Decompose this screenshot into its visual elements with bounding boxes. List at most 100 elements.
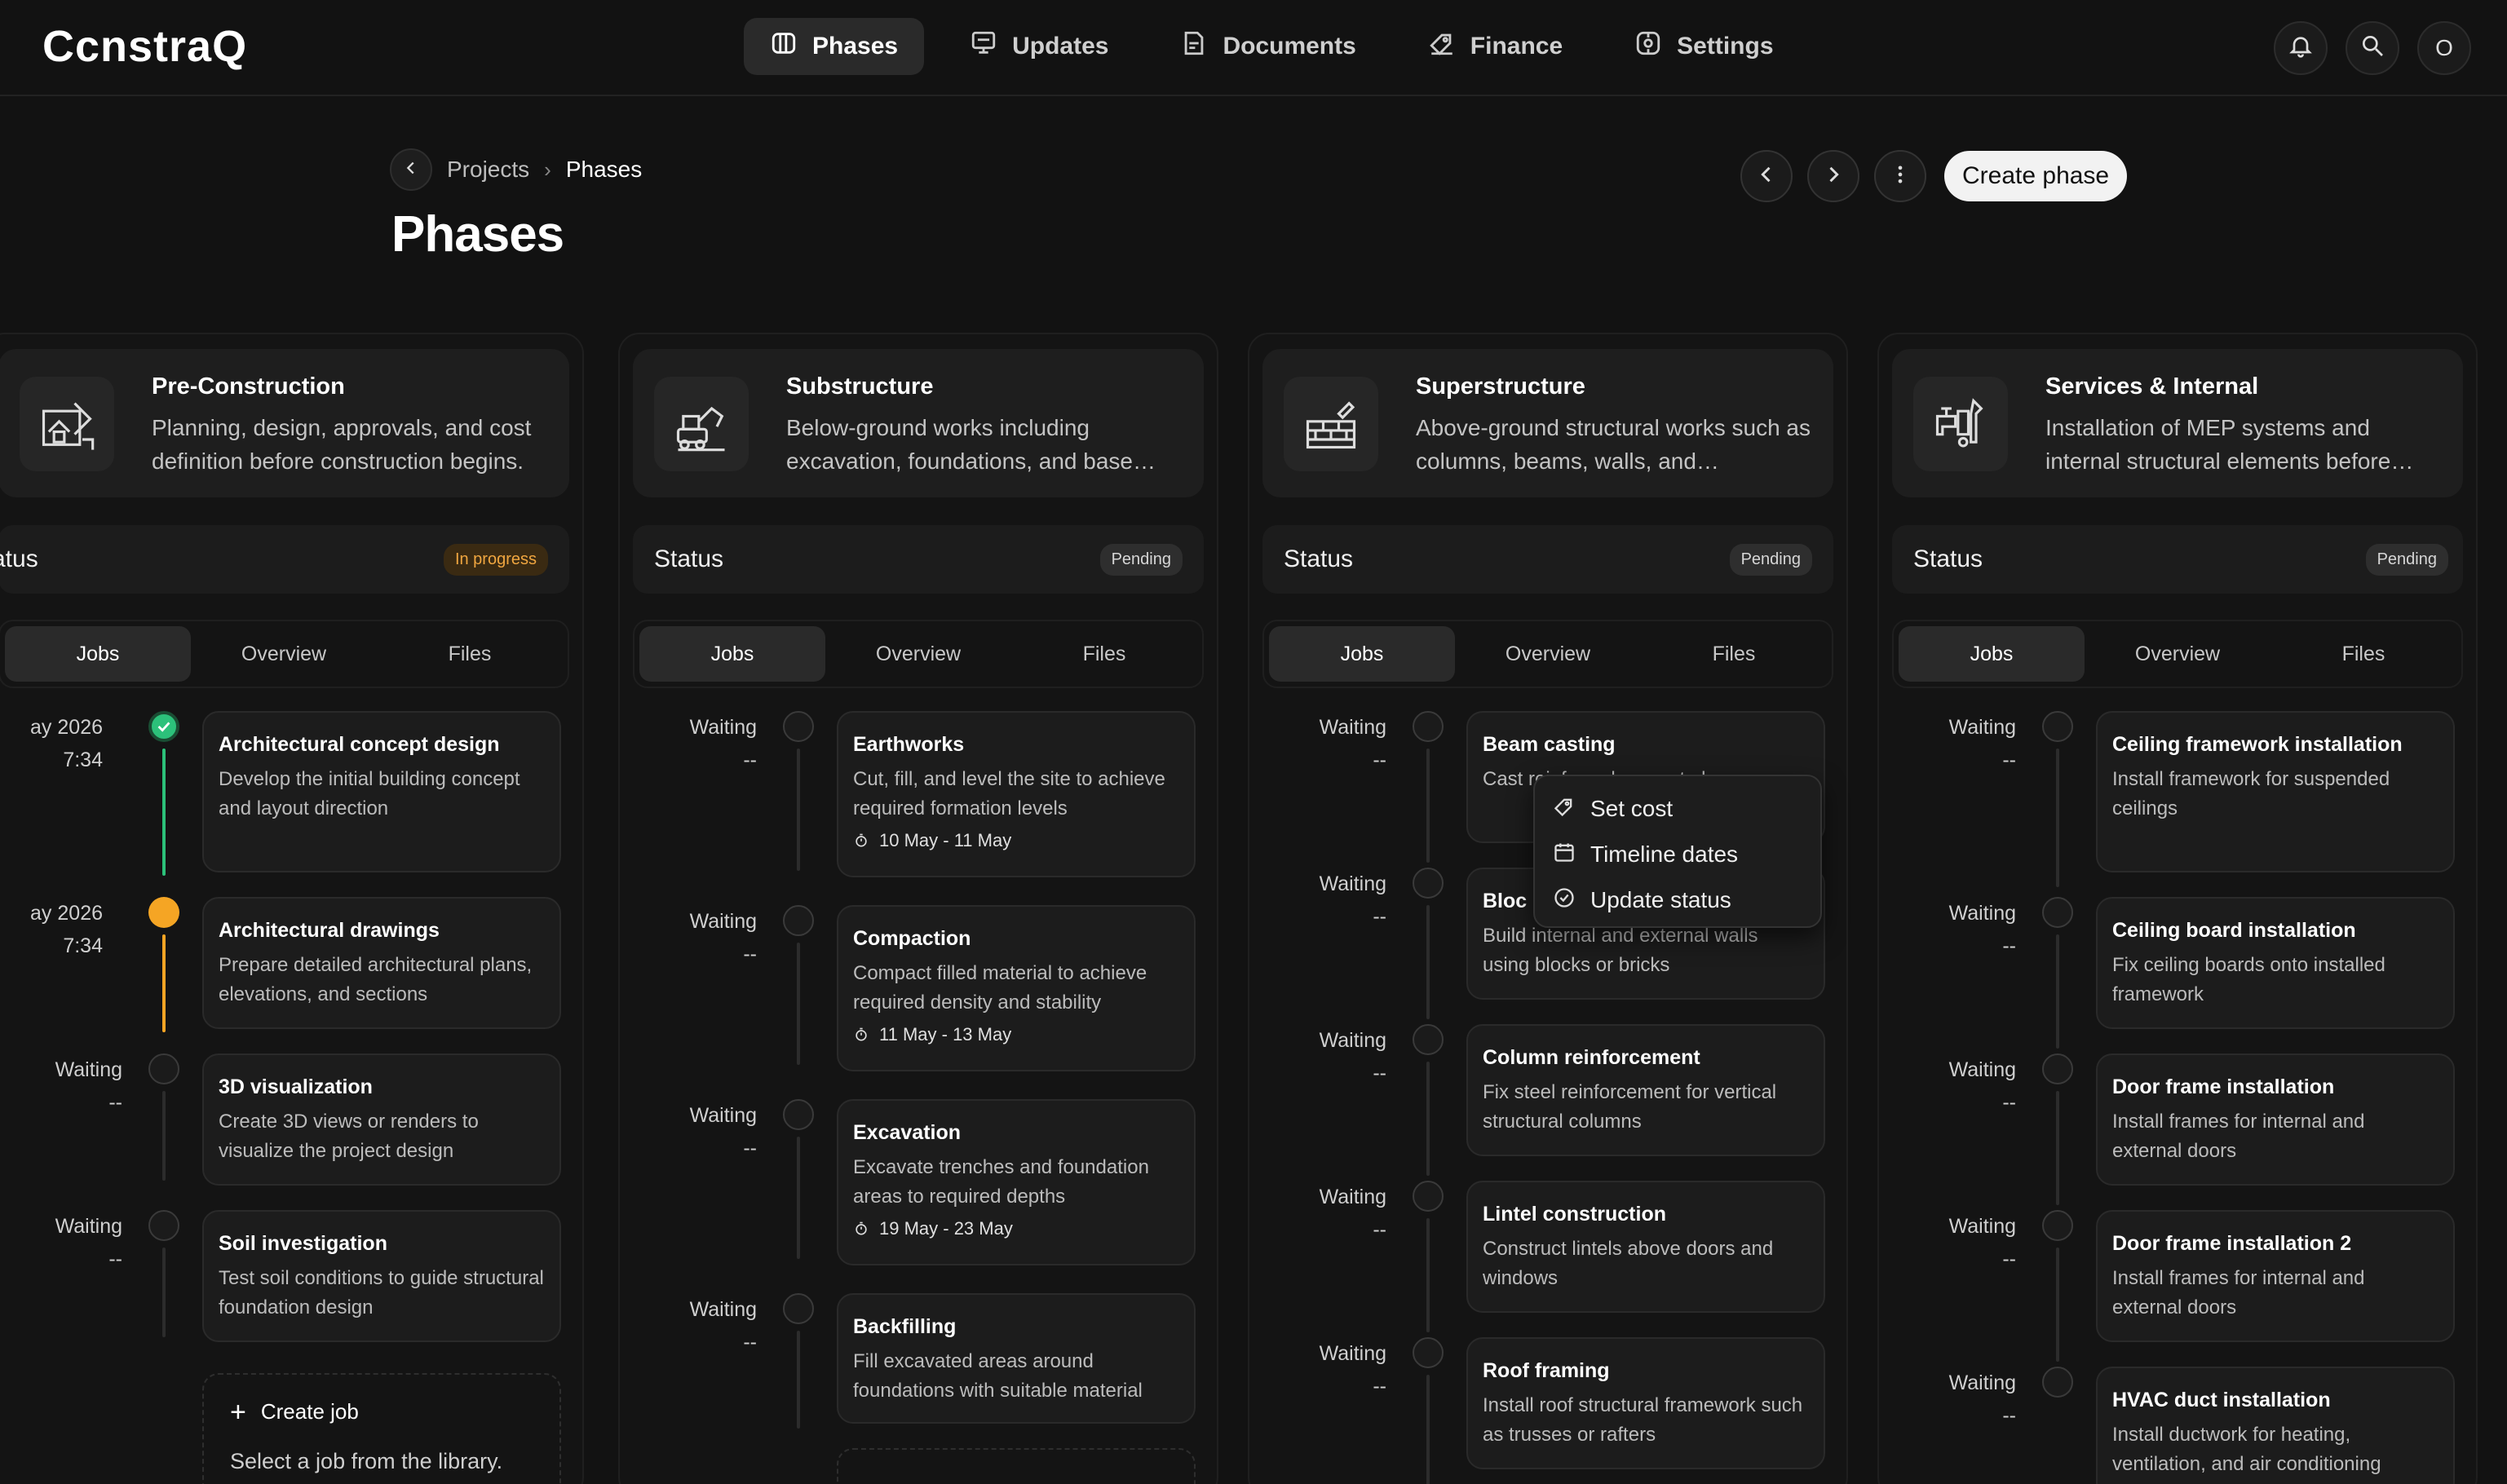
job-time: Waiting --: [1319, 1029, 1386, 1084]
job-card[interactable]: 3D visualization Create 3D views or rend…: [202, 1053, 561, 1186]
notifications-button[interactable]: [2274, 21, 2328, 75]
timeline-line: [797, 943, 800, 1065]
tab-overview[interactable]: Overview: [191, 626, 377, 682]
phase-title: Superstructure: [1416, 373, 1585, 400]
job-title: Ceiling framework installation: [2112, 733, 2403, 756]
job-card[interactable]: Ceiling framework installation Install f…: [2096, 711, 2455, 872]
phase-title: Substructure: [786, 373, 934, 400]
app-logo[interactable]: CcnstraQ: [42, 21, 247, 72]
menu-item-label: Timeline dates: [1590, 841, 1739, 867]
timeline-line: [2056, 1248, 2059, 1362]
job-card[interactable]: HVAC duct installation Install ductwork …: [2096, 1367, 2455, 1484]
nav-tab-documents[interactable]: Documents: [1154, 18, 1382, 75]
job-card[interactable]: Roof framing Install roof structural fra…: [1466, 1337, 1825, 1469]
job-card[interactable]: Architectural drawings Prepare detailed …: [202, 897, 561, 1029]
nav-tab-label: Documents: [1223, 33, 1356, 60]
job-card[interactable]: Backfilling Fill excavated areas around …: [837, 1293, 1196, 1424]
job-status-waiting: [783, 905, 814, 936]
tab-jobs[interactable]: Jobs: [1899, 626, 2085, 682]
job-status-waiting: [783, 1099, 814, 1130]
scroll-left-button[interactable]: [1740, 150, 1793, 202]
timeline-line: [162, 1091, 166, 1181]
menu-item-timeline-dates[interactable]: Timeline dates: [1553, 832, 1802, 877]
job-card[interactable]: Column reinforcement Fix steel reinforce…: [1466, 1024, 1825, 1156]
phase-status-row[interactable]: Status Pending: [1892, 525, 2463, 594]
job-title: Soil investigation: [219, 1232, 387, 1255]
tab-files[interactable]: Files: [1641, 626, 1827, 682]
phase-card[interactable]: Substructure Below-ground works includin…: [633, 349, 1204, 497]
job-card[interactable]: Door frame installation 2 Install frames…: [2096, 1210, 2455, 1342]
job-card[interactable]: Earthworks Cut, fill, and level the site…: [837, 711, 1196, 877]
tab-jobs[interactable]: Jobs: [5, 626, 191, 682]
menu-item-set-cost[interactable]: Set cost: [1553, 786, 1802, 832]
status-badge: Pending: [1099, 543, 1183, 576]
phase-card[interactable]: Pre-Construction Planning, design, appro…: [0, 349, 569, 497]
job-card[interactable]: Lintel construction Construct lintels ab…: [1466, 1181, 1825, 1313]
job-title: Lintel construction: [1483, 1203, 1666, 1226]
timeline-line: [162, 1248, 166, 1337]
tab-files[interactable]: Files: [2270, 626, 2456, 682]
documents-icon: [1180, 29, 1208, 64]
job-title: 3D visualization: [219, 1075, 373, 1098]
timeline-line: [2056, 1091, 2059, 1205]
job-status-waiting: [2042, 1367, 2073, 1398]
phase-card[interactable]: Services & Internal Installation of MEP …: [1892, 349, 2463, 497]
phase-status-row[interactable]: atus In progress: [0, 525, 569, 594]
phase-title: Services & Internal: [2045, 373, 2259, 400]
breadcrumb-projects-link[interactable]: Projects: [447, 157, 529, 183]
job-time: Waiting --: [689, 716, 757, 771]
user-avatar[interactable]: O: [2417, 21, 2471, 75]
job-title: Roof framing: [1483, 1359, 1610, 1382]
job-description: Install framework for suspended ceilings: [2112, 768, 2390, 819]
search-button[interactable]: [2346, 21, 2399, 75]
create-job-subtitle: Select a job from the library.: [230, 1449, 503, 1473]
job-description: Fix steel reinforcement for vertical str…: [1483, 1081, 1777, 1133]
job-title: Beam casting: [1483, 733, 1616, 756]
stopwatch-icon: [856, 1221, 867, 1235]
job-time: Waiting --: [1948, 1371, 2016, 1427]
timeline-line: [797, 1137, 800, 1259]
phases-board: Pre-Construction Planning, design, appro…: [0, 333, 2507, 1484]
job-title: Architectural drawings: [219, 919, 440, 942]
job-card[interactable]: Architectural concept design Develop the…: [202, 711, 561, 872]
check-circle-icon: [1553, 886, 1576, 915]
tab-overview[interactable]: Overview: [825, 626, 1011, 682]
create-job-title: + Create job: [230, 1396, 359, 1428]
nav-tab-finance[interactable]: Finance: [1402, 18, 1589, 75]
tab-jobs[interactable]: Jobs: [639, 626, 825, 682]
tab-overview[interactable]: Overview: [2085, 626, 2270, 682]
tab-overview[interactable]: Overview: [1455, 626, 1641, 682]
job-description: Compact filled material to achieve requi…: [853, 962, 1147, 1014]
tab-files[interactable]: Files: [1011, 626, 1197, 682]
job-status-waiting: [2042, 1210, 2073, 1241]
blueprint-icon: [20, 377, 114, 471]
job-card[interactable]: Ceiling board installation Fix ceiling b…: [2096, 897, 2455, 1029]
create-job-card[interactable]: + Create job Select a job from the libra…: [202, 1373, 561, 1484]
job-card[interactable]: Door frame installation Install frames f…: [2096, 1053, 2455, 1186]
tab-files[interactable]: Files: [377, 626, 563, 682]
more-options-button[interactable]: [1874, 150, 1926, 202]
phase-status-row[interactable]: Status Pending: [633, 525, 1204, 594]
menu-item-update-status[interactable]: Update status: [1553, 877, 1802, 923]
tab-jobs[interactable]: Jobs: [1269, 626, 1455, 682]
phase-status-row[interactable]: Status Pending: [1262, 525, 1833, 594]
phase-tabs: Jobs Overview Files: [1262, 620, 1833, 688]
phase-column-services-internal: Services & Internal Installation of MEP …: [1877, 333, 2478, 1484]
job-card[interactable]: Compaction Compact filled material to ac…: [837, 905, 1196, 1071]
job-card[interactable]: Excavation Excavate trenches and foundat…: [837, 1099, 1196, 1265]
chevron-right-icon: ›: [544, 157, 551, 182]
phase-card[interactable]: Superstructure Above-ground structural w…: [1262, 349, 1833, 497]
nav-tab-settings[interactable]: Settings: [1608, 18, 1799, 75]
phase-description: Above-ground structural works such as co…: [1416, 415, 1811, 474]
page-title: Phases: [391, 206, 564, 263]
nav-tab-updates[interactable]: Updates: [944, 18, 1134, 75]
scroll-right-button[interactable]: [1807, 150, 1859, 202]
phase-description: Below-ground works including excavation,…: [786, 415, 1156, 474]
breadcrumb-back-button[interactable]: [390, 148, 432, 191]
nav-tab-phases[interactable]: Phases: [744, 18, 925, 75]
create-phase-button[interactable]: Create phase: [1944, 151, 2128, 201]
create-job-card[interactable]: [837, 1448, 1196, 1484]
job-card[interactable]: Soil investigation Test soil conditions …: [202, 1210, 561, 1342]
job-time: Waiting --: [55, 1215, 122, 1270]
phase-column-substructure: Substructure Below-ground works includin…: [618, 333, 1218, 1484]
